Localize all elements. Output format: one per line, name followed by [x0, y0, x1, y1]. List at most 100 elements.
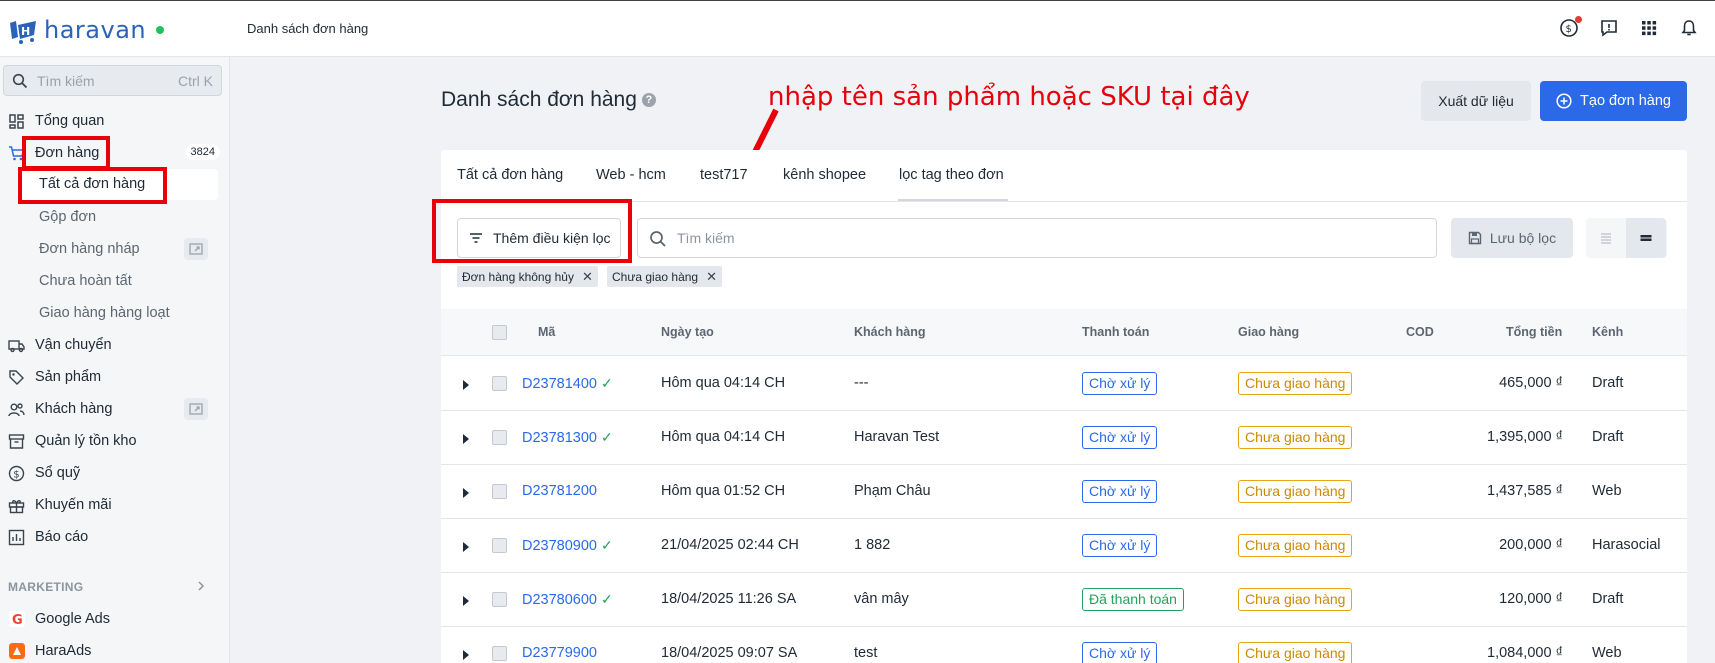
sidebar-item-products[interactable]: Sản phẩm [0, 363, 230, 391]
tab-shopee[interactable]: kênh shopee [783, 167, 866, 183]
sales-channel-icon[interactable]: $ [1559, 16, 1582, 38]
expand-row-icon[interactable] [463, 380, 469, 390]
select-all-checkbox[interactable] [492, 325, 507, 340]
sidebar-item-label: Báo cáo [35, 529, 89, 545]
row-checkbox[interactable] [492, 538, 507, 553]
row-checkbox[interactable] [492, 646, 507, 661]
column-header-customer[interactable]: Khách hàng [854, 325, 926, 339]
order-id-cell[interactable]: D23781300 ✓ [522, 429, 613, 446]
order-id-cell[interactable]: D23781200 [522, 483, 597, 499]
tab-web-hcm[interactable]: Web - hcm [596, 167, 666, 183]
order-id-cell[interactable]: D23779900 [522, 645, 597, 661]
sidebar-item-label: Sản phẩm [35, 369, 102, 385]
remove-filter-icon[interactable]: ✕ [706, 269, 717, 285]
expand-row-icon[interactable] [463, 596, 469, 606]
expand-row-icon[interactable] [463, 488, 469, 498]
table-row[interactable]: D23779900 18/04/2025 09:07 SA test Chờ xử l… [441, 627, 1687, 663]
order-id-cell[interactable]: D23780900 ✓ [522, 537, 613, 554]
expand-row-icon[interactable] [463, 650, 469, 660]
sidebar-item-label: Đơn hàng nháp [39, 241, 140, 257]
sidebar-item-all-orders[interactable]: Tất cả đơn hàng [17, 169, 218, 200]
column-header-cod[interactable]: COD [1406, 325, 1434, 339]
column-header-shipping[interactable]: Giao hàng [1238, 325, 1299, 339]
breadcrumb: Danh sách đơn hàng [247, 21, 369, 36]
row-checkbox[interactable] [492, 376, 507, 391]
search-placeholder: Tìm kiếm [37, 73, 95, 89]
column-header-total[interactable]: Tổng tiền [1506, 325, 1562, 339]
sidebar-item-reports[interactable]: Báo cáo [0, 523, 230, 551]
create-order-button[interactable]: Tạo đơn hàng [1540, 81, 1687, 121]
created-date-cell: 21/04/2025 02:44 CH [661, 537, 799, 553]
row-checkbox[interactable] [492, 592, 507, 607]
row-checkbox[interactable] [492, 484, 507, 499]
column-header-payment[interactable]: Thanh toán [1082, 325, 1149, 339]
order-id-link[interactable]: D23780600 [522, 592, 597, 608]
order-id-cell[interactable]: D23781400 ✓ [522, 375, 613, 392]
feedback-icon[interactable] [1599, 18, 1619, 38]
add-filter-button[interactable]: Thêm điều kiện lọc [457, 218, 621, 258]
order-id-link[interactable]: D23781200 [522, 483, 597, 499]
export-data-button[interactable]: Xuất dữ liệu [1421, 81, 1531, 121]
sidebar-item-overview[interactable]: Tổng quan [0, 107, 230, 135]
apps-grid-icon[interactable] [1639, 18, 1659, 38]
sidebar-item-merge-orders[interactable]: Gộp đơn [0, 203, 230, 231]
order-id-link[interactable]: D23781400 [522, 376, 597, 392]
total-cell: 120,000 ₫ [1499, 591, 1563, 607]
sidebar: Tìm kiếm Ctrl K Tổng quan Đơn hàng 3824 … [0, 57, 230, 663]
users-icon [8, 403, 25, 417]
remove-filter-icon[interactable]: ✕ [582, 269, 593, 285]
sidebar-search-input[interactable]: Tìm kiếm Ctrl K [3, 65, 222, 96]
shipping-status-badge: Chưa giao hàng [1238, 534, 1353, 557]
table-row[interactable]: D23780900 ✓ 21/04/2025 02:44 CH 1 882 Chờ xử… [441, 519, 1687, 573]
sidebar-item-draft-orders[interactable]: Đơn hàng nháp [0, 235, 230, 263]
external-window-icon[interactable] [184, 398, 208, 420]
sidebar-item-customers[interactable]: Khách hàng [0, 395, 230, 423]
external-window-icon[interactable] [184, 238, 208, 260]
order-id-cell[interactable]: D23780600 ✓ [522, 591, 613, 608]
sidebar-item-bulk-shipping[interactable]: Giao hàng hàng loạt [0, 299, 230, 327]
tab-test717[interactable]: test717 [700, 167, 748, 183]
sidebar-item-haraads[interactable]: HaraAds [0, 637, 230, 663]
order-id-link[interactable]: D23780900 [522, 538, 597, 554]
page-title: Danh sách đơn hàng ? [441, 88, 656, 112]
compact-view-button[interactable] [1626, 218, 1666, 258]
expand-row-icon[interactable] [463, 542, 469, 552]
sidebar-item-google-ads[interactable]: G Google Ads [0, 605, 230, 633]
save-filter-button[interactable]: Lưu bộ lọc [1451, 218, 1573, 258]
table-row[interactable]: D23780600 ✓ 18/04/2025 11:26 SA vân mây Đã t… [441, 573, 1687, 627]
bell-icon[interactable] [1679, 18, 1699, 38]
haravan-logo[interactable]: H haravan [6, 15, 165, 45]
table-row[interactable]: D23781200 Hôm qua 01:52 CH Phạm Châu Chờ xử… [441, 465, 1687, 519]
sidebar-item-cashbook[interactable]: $ Sổ quỹ [0, 459, 230, 487]
order-id-link[interactable]: D23781300 [522, 430, 597, 446]
tab-tag-filter[interactable]: lọc tag theo đơn [899, 167, 1004, 183]
chevron-right-icon[interactable] [194, 579, 208, 593]
shipping-status-badge: Chưa giao hàng [1238, 480, 1353, 503]
tab-all-orders[interactable]: Tất cả đơn hàng [457, 167, 563, 183]
order-id-link[interactable]: D23779900 [522, 645, 597, 661]
sidebar-item-orders[interactable]: Đơn hàng 3824 [0, 139, 230, 167]
order-search-input[interactable]: Tìm kiếm [637, 218, 1437, 258]
sidebar-item-label: Sổ quỹ [35, 465, 81, 481]
column-header-channel[interactable]: Kênh [1592, 325, 1623, 339]
expand-row-icon[interactable] [463, 434, 469, 444]
sidebar-item-promotions[interactable]: Khuyến mãi [0, 491, 230, 519]
top-bar: H haravan Danh sách đơn hàng $ [0, 0, 1715, 57]
sidebar-item-label: Gộp đơn [39, 209, 97, 225]
table-row[interactable]: D23781400 ✓ Hôm qua 04:14 CH --- Chờ xử lý Ch… [441, 357, 1687, 411]
sidebar-item-shipping[interactable]: Vận chuyển [0, 331, 230, 359]
channel-cell: Harasocial [1592, 537, 1661, 553]
filter-chip-unshipped: Chưa giao hàng ✕ [607, 266, 723, 287]
column-header-code[interactable]: Mã [538, 325, 555, 339]
table-row[interactable]: D23781300 ✓ Hôm qua 04:14 CH Haravan Test Ch… [441, 411, 1687, 465]
help-icon[interactable]: ? [641, 93, 656, 107]
list-view-button[interactable] [1586, 218, 1626, 258]
sidebar-item-incomplete[interactable]: Chưa hoàn tất [0, 267, 230, 295]
row-checkbox[interactable] [492, 430, 507, 445]
total-cell: 1,084,000 ₫ [1487, 645, 1563, 661]
shipping-status-badge: Chưa giao hàng [1238, 588, 1353, 611]
column-header-created[interactable]: Ngày tạo [661, 325, 714, 339]
orders-count-badge: 3824 [185, 144, 220, 160]
plus-circle-icon [1556, 93, 1572, 109]
sidebar-item-inventory[interactable]: Quản lý tồn kho [0, 427, 230, 455]
